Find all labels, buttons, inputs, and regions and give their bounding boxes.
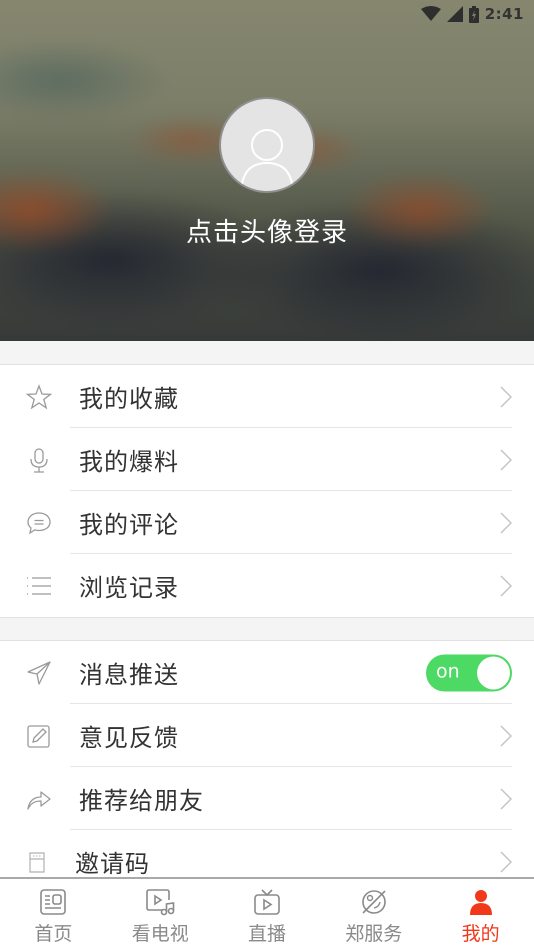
login-prompt[interactable]: 点击头像登录	[0, 212, 534, 249]
push-notifications-toggle[interactable]: on	[426, 654, 512, 691]
battery-charging-icon	[468, 5, 479, 23]
list-icon	[26, 573, 52, 599]
chevron-right-icon	[500, 724, 512, 747]
news-icon	[38, 887, 68, 917]
user-placeholder-icon	[240, 129, 294, 191]
edit-icon	[26, 723, 52, 749]
chevron-right-icon	[500, 448, 512, 471]
invite-code-icon	[24, 849, 50, 875]
chevron-right-icon	[500, 385, 512, 408]
cell-signal-icon	[446, 6, 463, 22]
menu-item-favorites[interactable]: 我的收藏	[0, 365, 534, 428]
nav-label: 直播	[247, 923, 286, 945]
menu-item-history[interactable]: 浏览记录	[0, 554, 534, 617]
nav-tab-services[interactable]: 郑服务	[320, 879, 427, 950]
video-icon	[145, 887, 175, 917]
nav-tab-home[interactable]: 首页	[0, 879, 107, 950]
nav-label: 看电视	[131, 923, 189, 945]
toggle-state-label: on	[436, 660, 460, 682]
status-bar: 2:41	[420, 0, 534, 28]
chevron-right-icon	[500, 850, 512, 873]
menu-group-personal: 我的收藏 我的爆料 我的评论 浏览记录	[0, 364, 534, 618]
status-time: 2:41	[484, 5, 524, 23]
profile-header: 2:41 点击头像登录	[0, 0, 534, 341]
menu-item-label: 消息推送	[79, 661, 179, 689]
menu-item-label: 我的爆料	[79, 448, 179, 476]
menu-item-tipoffs[interactable]: 我的爆料	[0, 428, 534, 491]
tv-icon	[252, 887, 282, 917]
menu-item-label: 我的收藏	[79, 385, 179, 413]
menu-item-label: 意见反馈	[79, 724, 179, 752]
nav-tab-mine[interactable]: 我的	[427, 879, 534, 950]
avatar-login-button[interactable]	[219, 97, 315, 193]
menu-item-label: 邀请码	[75, 850, 150, 878]
wifi-icon	[420, 6, 441, 21]
chevron-right-icon	[500, 787, 512, 810]
menu-item-label: 推荐给朋友	[79, 787, 204, 815]
microphone-icon	[26, 447, 52, 473]
nav-label: 首页	[34, 923, 73, 945]
nav-tab-watch-tv[interactable]: 看电视	[107, 879, 214, 950]
chevron-right-icon	[500, 511, 512, 534]
chevron-right-icon	[500, 574, 512, 597]
menu-group-settings: 消息推送 on 意见反馈 推荐给朋友 邀请码	[0, 640, 534, 894]
service-icon	[359, 887, 389, 917]
menu-item-feedback[interactable]: 意见反馈	[0, 704, 534, 767]
nav-label: 郑服务	[345, 923, 403, 945]
menu-item-recommend[interactable]: 推荐给朋友	[0, 767, 534, 830]
menu-item-push-notifications: 消息推送 on	[0, 641, 534, 704]
nav-tab-live[interactable]: 直播	[214, 879, 321, 950]
person-icon	[466, 887, 496, 917]
star-icon	[26, 383, 52, 410]
comment-icon	[26, 510, 52, 536]
toggle-knob	[477, 656, 510, 689]
share-icon	[26, 786, 52, 812]
send-icon	[26, 660, 52, 686]
menu-item-label: 浏览记录	[79, 574, 179, 602]
bottom-navigation: 首页 看电视 直播 郑服务 我的	[0, 877, 534, 950]
nav-label: 我的	[461, 923, 500, 945]
menu-item-label: 我的评论	[79, 511, 179, 539]
menu-item-comments[interactable]: 我的评论	[0, 491, 534, 554]
